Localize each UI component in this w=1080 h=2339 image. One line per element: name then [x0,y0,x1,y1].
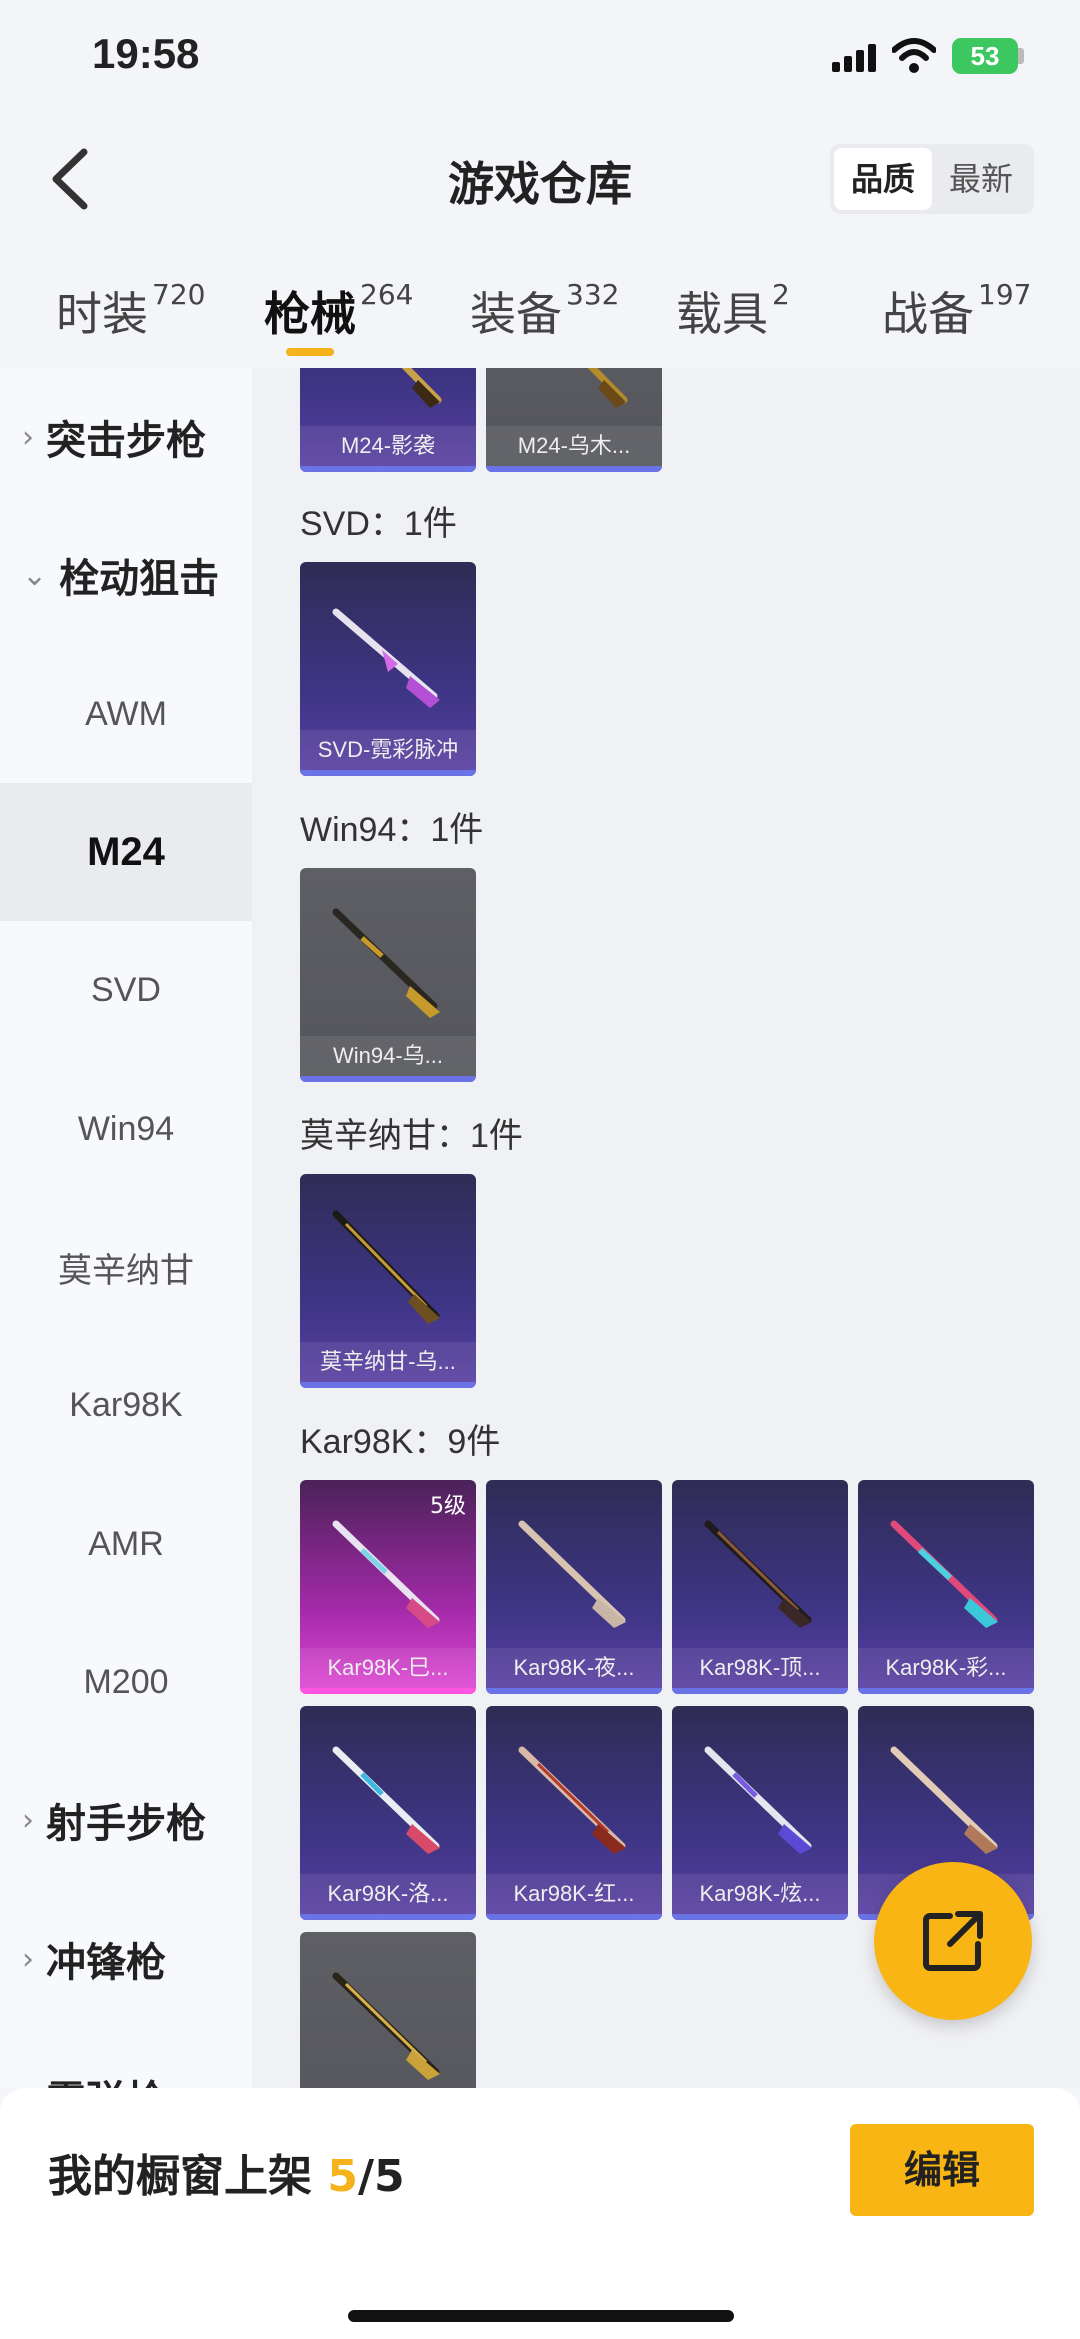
rifle-icon [890,1520,998,1628]
item-card-label: Kar98K-红... [486,1874,662,1914]
item-card[interactable]: SVD-霓彩脉冲 [300,562,476,776]
share-icon [923,1911,983,1971]
wifi-icon [892,38,936,73]
rarity-bar [858,1688,1034,1694]
item-card-label: Kar98K-炫... [672,1874,848,1914]
sidebar-item-awm[interactable]: AWM [0,645,252,783]
sidebar-category-smg[interactable]: › 冲锋枪 [0,1890,252,2028]
showcase-count-total: 5 [374,2151,405,2202]
item-card[interactable]: Kar98K-炫... [672,1706,848,1920]
sidebar-item-svd[interactable]: SVD [0,921,252,1059]
item-card-label: Win94-乌... [300,1036,476,1076]
sidebar-item-mosin[interactable]: 莫辛纳甘 [0,1198,252,1336]
showcase-footer: 我的橱窗上架 5/5 编辑 [0,2088,1080,2339]
section-title-kar98k: Kar98K：9件 [300,1423,501,1461]
item-card[interactable]: Kar98K-夜... [486,1480,662,1694]
tab-fashion[interactable]: 时装 720 [56,278,205,344]
rarity-bar [300,1076,476,1082]
battery-cap [1018,48,1024,64]
item-card-label: Kar98K-彩... [858,1648,1034,1688]
rarity-bar [486,466,662,472]
rifle-icon [890,1746,998,1854]
chevron-right-icon: › [22,1941,34,1977]
chevron-right-icon: › [22,1802,34,1838]
status-time: 19:58 [92,30,200,77]
battery-icon: 53 [952,38,1018,74]
edit-button[interactable]: 编辑 [850,2124,1034,2216]
rarity-bar [300,770,476,776]
chevron-down-icon: ⌄ [22,557,48,593]
showcase-status: 我的橱窗上架 5/5 [48,2151,405,2202]
sidebar-item-amr[interactable]: AMR [0,1475,252,1613]
sidebar-item-win94[interactable]: Win94 [0,1060,252,1198]
rarity-bar [672,1688,848,1694]
rarity-bar [300,1382,476,1388]
share-button[interactable] [874,1862,1032,2020]
tab-supplies[interactable]: 战备 197 [882,278,1031,344]
rarity-bar [486,1914,662,1920]
item-card-label: M24-影袭 [300,426,476,466]
rarity-bar [486,1688,662,1694]
rifle-icon [332,1210,440,1324]
rifle-icon [518,1746,626,1854]
rifle-icon [332,908,440,1018]
tab-vehicles[interactable]: 载具 2 [676,278,790,344]
sort-latest-button[interactable]: 最新 [932,148,1030,210]
item-card[interactable]: M24-影袭 [300,368,476,472]
item-card[interactable]: Win94-乌... [300,868,476,1082]
section-title-svd: SVD：1件 [300,505,457,543]
item-list: M24-影袭 M24-乌木... SVD：1件 SVD-霓彩脉冲 Win94：1… [252,368,1080,2088]
item-card[interactable]: Kar98K-红... [486,1706,662,1920]
home-indicator [348,2310,734,2322]
rifle-icon [401,368,442,408]
item-card[interactable]: Kar98K-顶... [672,1480,848,1694]
sort-quality-button[interactable]: 品质 [834,148,932,210]
item-card-label: Kar98K-顶... [672,1648,848,1688]
sidebar-item-kar98k[interactable]: Kar98K [0,1336,252,1474]
rarity-bar [300,466,476,472]
rifle-icon [704,1746,812,1854]
sidebar: › 突击步枪 ⌄ 栓动狙击 AWM M24 SVD Win94 莫辛纳甘 Kar98… [0,368,252,2124]
item-card[interactable]: 5级 Kar98K-巳... [300,1480,476,1694]
section-title-win94: Win94：1件 [300,811,484,849]
sidebar-category-assault-rifle[interactable]: › 突击步枪 [0,368,252,506]
item-card-label: Kar98K-洛... [300,1874,476,1914]
sidebar-item-m24[interactable]: M24 [0,783,252,921]
item-card-label: M24-乌木... [486,426,662,466]
rarity-bar [300,1914,476,1920]
rifle-icon [332,1520,440,1628]
item-card-label: Kar98K-夜... [486,1648,662,1688]
item-card-label: Kar98K-巳... [300,1648,476,1688]
sidebar-category-marksman[interactable]: › 射手步枪 [0,1751,252,1889]
rifle-icon [518,1520,626,1628]
item-card[interactable]: Kar98K-彩... [858,1480,1034,1694]
tab-equipment[interactable]: 装备 332 [470,278,619,344]
rifle-icon [332,1972,440,2080]
status-bar: 19:58 53 [0,0,1080,120]
sidebar-item-m200[interactable]: M200 [0,1613,252,1751]
tab-active-indicator [286,348,334,356]
rarity-bar [300,1688,476,1694]
sort-toggle: 品质 最新 [830,144,1034,214]
showcase-count-current: 5 [327,2151,358,2202]
rifle-icon [587,368,628,408]
rifle-icon [332,1746,440,1854]
tab-firearms[interactable]: 枪械 264 [264,278,413,344]
signal-icon [832,44,880,72]
category-tabs: 时装 720 枪械 264 装备 332 载具 2 战备 197 [0,260,1080,368]
item-card-label: 莫辛纳甘-乌... [300,1342,476,1382]
rifle-icon [704,1520,812,1628]
item-card[interactable]: M24-乌木... [486,368,662,472]
rarity-bar [672,1914,848,1920]
item-card[interactable] [300,1932,476,2088]
section-title-mosin: 莫辛纳甘：1件 [300,1117,523,1155]
item-card[interactable]: 莫辛纳甘-乌... [300,1174,476,1388]
chevron-right-icon: › [22,419,34,455]
app-root: 19:58 53 游戏仓库 品质 最新 时装 720 枪械 264 装备 332 载具… [0,0,1080,2339]
item-card-label: SVD-霓彩脉冲 [300,730,476,770]
sidebar-category-bolt-sniper[interactable]: ⌄ 栓动狙击 [0,506,252,644]
item-card[interactable]: Kar98K-洛... [300,1706,476,1920]
rifle-icon [332,608,440,708]
